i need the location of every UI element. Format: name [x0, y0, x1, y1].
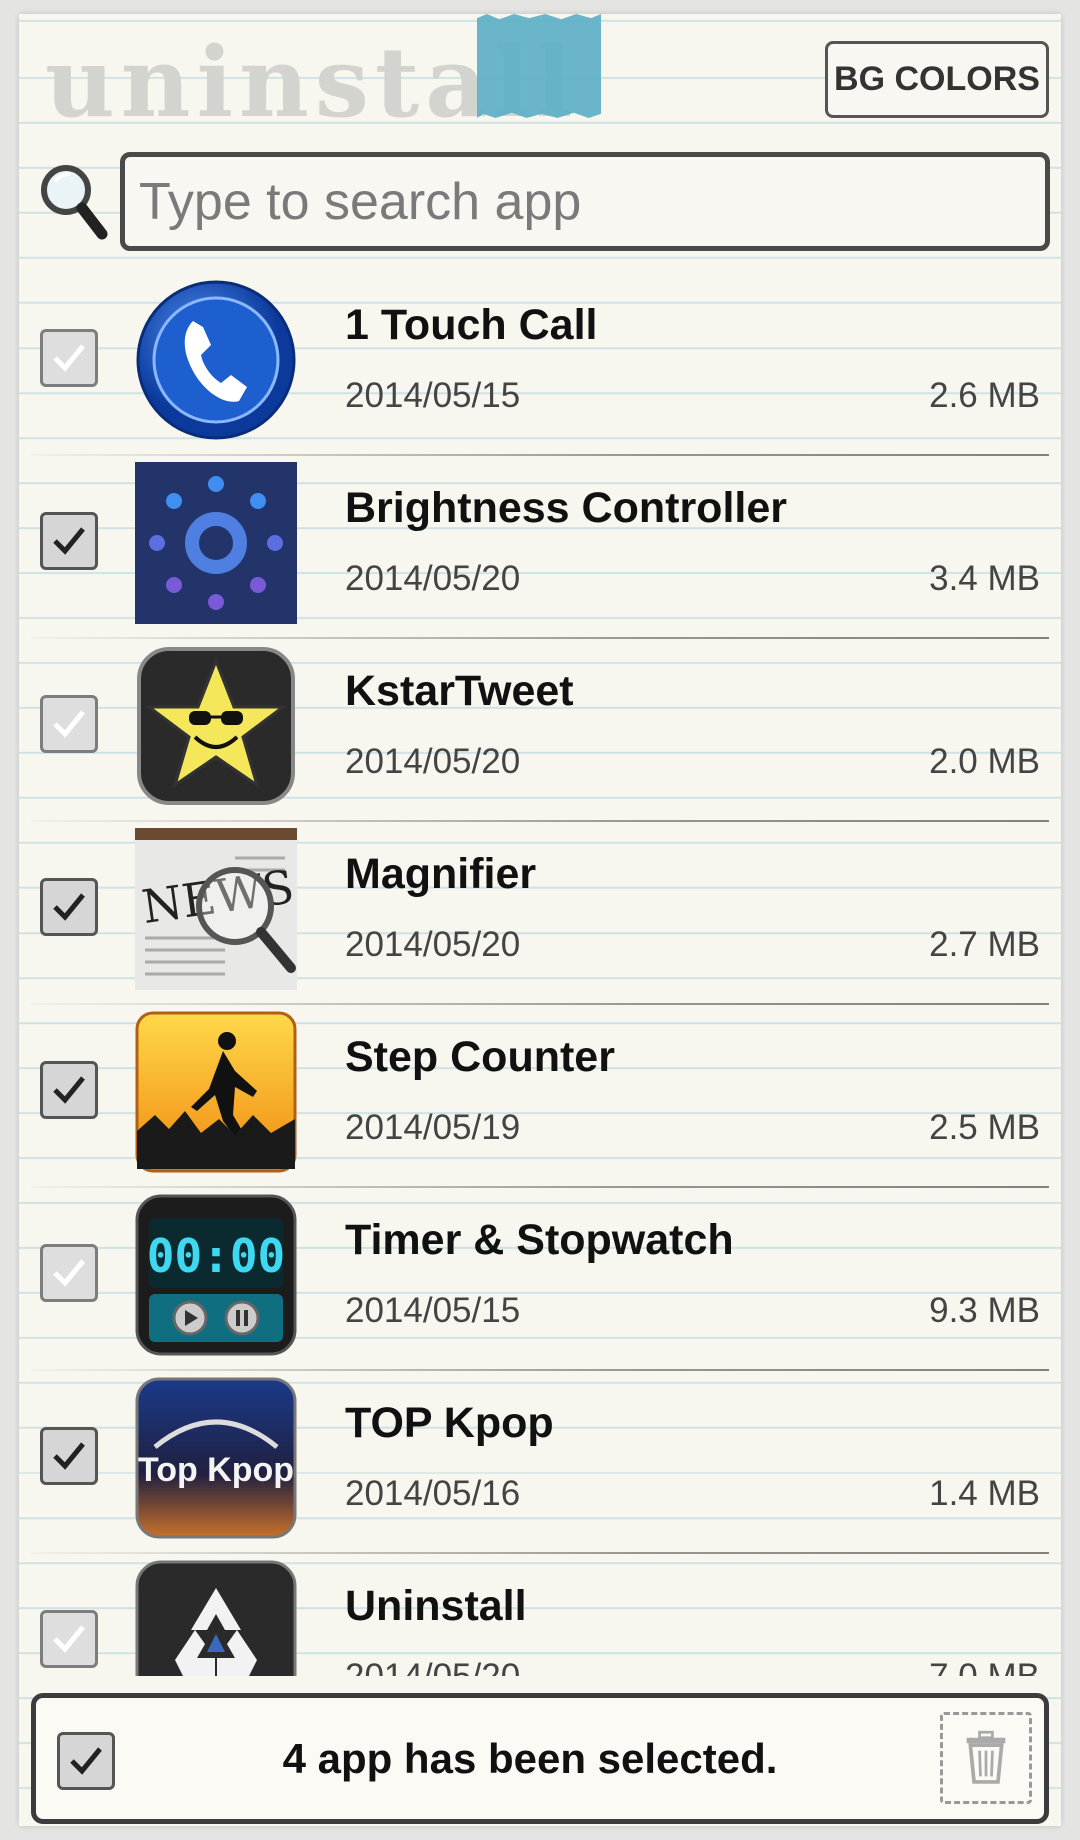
app-name: Uninstall — [345, 1582, 527, 1630]
app-checkbox[interactable] — [40, 878, 98, 936]
app-row[interactable]: KstarTweet 2014/05/20 2.0 MB — [19, 639, 1061, 822]
uninstall-button[interactable] — [940, 1712, 1032, 1804]
header: uninstall BG COLORS — [0, 0, 1080, 130]
runner-icon — [135, 1011, 297, 1173]
app-name: Timer & Stopwatch — [345, 1216, 734, 1264]
search-input[interactable] — [120, 152, 1050, 251]
bottom-bar: 4 app has been selected. — [31, 1693, 1049, 1824]
app-row[interactable]: Brightness Controller 2014/05/20 3.4 MB — [19, 456, 1061, 639]
bg-colors-button[interactable]: BG COLORS — [825, 41, 1049, 118]
app-row[interactable]: Step Counter 2014/05/19 2.5 MB — [19, 1005, 1061, 1188]
topkpop-icon: Top Kpop — [135, 1377, 297, 1539]
app-name: Step Counter — [345, 1033, 615, 1081]
stopwatch-display: 00:00 — [147, 1229, 285, 1283]
tape-decoration — [477, 14, 601, 118]
stopwatch-icon: 00:00 — [135, 1194, 297, 1356]
app-size: 2.0 MB — [929, 742, 1040, 781]
app-checkbox[interactable] — [40, 1427, 98, 1485]
app-row[interactable]: 00:00 Timer & Stopwatch 2014/05/15 9.3 M… — [19, 1188, 1061, 1371]
app-date: 2014/05/19 — [345, 1108, 521, 1147]
app-checkbox[interactable] — [40, 1061, 98, 1119]
app-date: 2014/05/20 — [345, 925, 521, 964]
app-name: TOP Kpop — [345, 1399, 554, 1447]
app-name: KstarTweet — [345, 667, 574, 715]
app-date: 2014/05/20 — [345, 1657, 520, 1676]
app-size: 2.5 MB — [929, 1108, 1040, 1147]
app-checkbox[interactable] — [40, 1244, 98, 1302]
app-date: 2014/05/20 — [345, 559, 521, 598]
select-all-checkbox[interactable] — [57, 1732, 115, 1790]
app-date: 2014/05/15 — [345, 376, 521, 415]
app-checkbox[interactable] — [40, 695, 98, 753]
app-size: 7.0 MB — [929, 1657, 1040, 1676]
app-checkbox[interactable] — [40, 329, 98, 387]
app-row[interactable]: Top Kpop TOP Kpop 2014/05/16 1.4 MB — [19, 1371, 1061, 1554]
app-size: 9.3 MB — [929, 1291, 1040, 1330]
app-list: 1 Touch Call 2014/05/15 2.6 MB Brightnes… — [19, 273, 1061, 1676]
app-name: Magnifier — [345, 850, 537, 898]
app-date: 2014/05/15 — [345, 1291, 521, 1330]
app-row[interactable]: NEWS Magnifier 2014/05/20 2.7 MB — [19, 822, 1061, 1005]
app-name: Brightness Controller — [345, 484, 787, 532]
app-row[interactable]: 1 Touch Call 2014/05/15 2.6 MB — [19, 273, 1061, 456]
app-size: 1.4 MB — [929, 1474, 1040, 1513]
trash-icon — [966, 1730, 1006, 1784]
app-name: 1 Touch Call — [345, 301, 598, 349]
app-date: 2014/05/20 — [345, 742, 521, 781]
app-row[interactable]: Uninstall 2014/05/20 7.0 MB — [19, 1554, 1061, 1676]
app-date: 2014/05/16 — [345, 1474, 521, 1513]
app-checkbox[interactable] — [40, 512, 98, 570]
recycle-icon — [135, 1560, 297, 1676]
brightness-icon — [135, 462, 297, 624]
search-icon — [36, 160, 112, 246]
app-size: 2.7 MB — [929, 925, 1040, 964]
selected-count-text: 4 app has been selected. — [282, 1734, 778, 1782]
app-size: 3.4 MB — [929, 559, 1040, 598]
phone-icon — [135, 279, 297, 441]
topkpop-logo-text: Top Kpop — [138, 1451, 294, 1489]
app-size: 2.6 MB — [929, 376, 1040, 415]
news-magnifier-icon: NEWS — [135, 828, 297, 990]
app-checkbox[interactable] — [40, 1610, 98, 1668]
star-face-icon — [135, 645, 297, 807]
